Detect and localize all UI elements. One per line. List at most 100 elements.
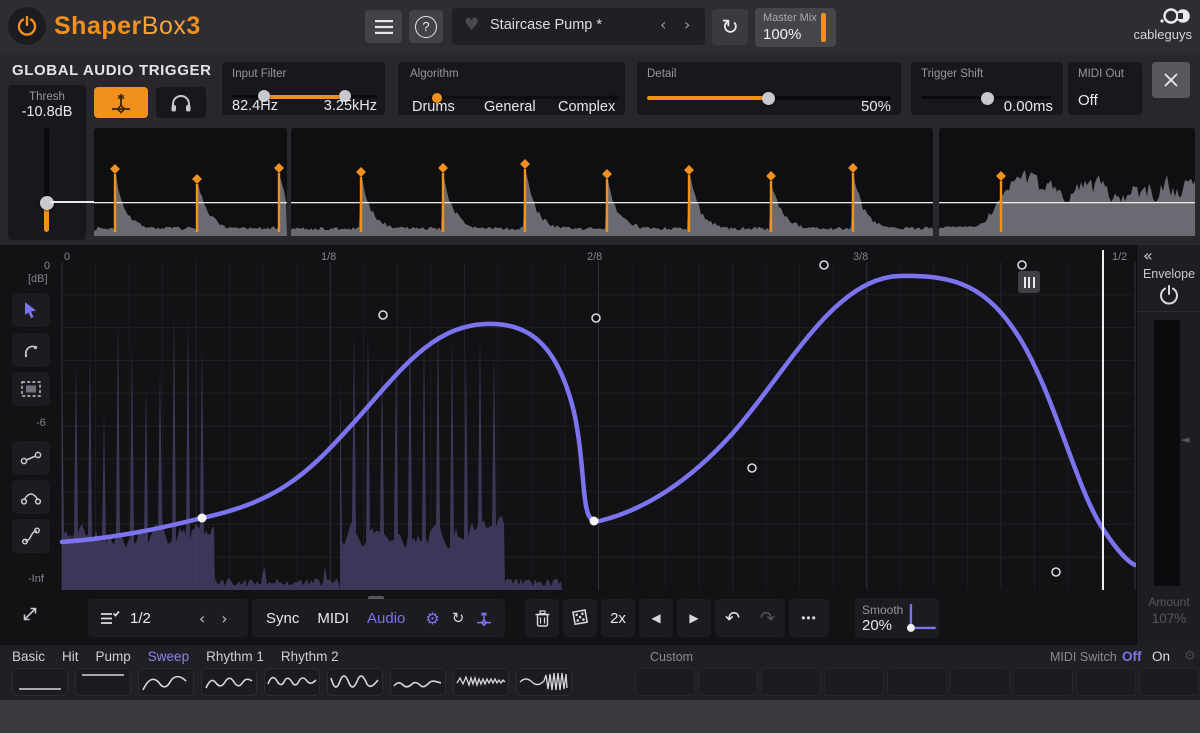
wave-preset-wave-burst[interactable] — [516, 668, 572, 696]
detail-handle[interactable] — [762, 92, 775, 105]
algorithm-option-drums[interactable]: Drums — [412, 99, 455, 115]
envelope-power-button[interactable] — [1157, 283, 1181, 307]
pointer-icon — [23, 301, 39, 319]
trigger-mini-icon[interactable] — [474, 609, 494, 627]
wave-category-tabs: Basic Hit Pump Sweep Rhythm 1 Rhythm 2 — [12, 649, 356, 664]
input-filter-high-value[interactable]: 3.25kHz — [324, 98, 377, 114]
tab-hit[interactable]: Hit — [62, 649, 79, 664]
plugin-power-button[interactable] — [8, 7, 46, 45]
mode-audio[interactable]: Audio — [367, 610, 405, 627]
expand-editor-button[interactable] — [16, 600, 44, 628]
tab-sweep[interactable]: Sweep — [148, 649, 189, 664]
input-filter-low-value[interactable]: 82.4Hz — [232, 98, 278, 114]
amount-label: Amount — [1137, 595, 1200, 609]
trigger-icon — [108, 92, 134, 114]
collapse-sidebar-button[interactable]: « — [1143, 246, 1153, 265]
midi-switch-off[interactable]: Off — [1122, 649, 1142, 664]
preset-bar[interactable]: ♥ Staircase Pump * ‹ › — [452, 8, 705, 45]
wave-preset-sine-2[interactable] — [138, 668, 194, 696]
custom-slot-5[interactable] — [887, 668, 947, 696]
wave-preset-wave-var[interactable] — [327, 668, 383, 696]
audio-settings-gear-icon[interactable]: ⚙ — [425, 609, 439, 628]
help-button[interactable]: ? — [409, 10, 443, 43]
master-mix-control[interactable]: Master Mix 100% — [755, 8, 836, 47]
tool-draw[interactable] — [12, 333, 50, 367]
ab-compare-button[interactable]: ↻ — [712, 9, 748, 45]
trigger-listen-button[interactable] — [156, 87, 206, 118]
title-bar: ShaperBox3 ? ♥ Staircase Pump * ‹ › ↻ Ma… — [0, 0, 1200, 55]
master-mix-slider[interactable] — [821, 13, 826, 42]
shift-right-button[interactable]: ▶ — [677, 599, 711, 637]
threshold-line-stub — [50, 201, 94, 203]
tool-select[interactable] — [12, 372, 50, 406]
marquee-icon — [21, 381, 41, 397]
more-options-button[interactable]: ••• — [789, 599, 829, 637]
tool-s-curve[interactable] — [12, 519, 50, 553]
tab-pump[interactable]: Pump — [96, 649, 131, 664]
length-next-button[interactable]: › — [221, 609, 227, 628]
db-unit-label: [dB] — [28, 273, 48, 285]
tab-basic[interactable]: Basic — [12, 649, 45, 664]
trigger-shift-handle[interactable] — [981, 92, 994, 105]
amount-slider-track[interactable] — [1154, 320, 1180, 586]
wave-menu-icon[interactable] — [100, 610, 120, 626]
mode-midi[interactable]: MIDI — [317, 610, 349, 627]
envelope-canvas[interactable] — [62, 262, 1135, 590]
wave-preset-sine-3[interactable] — [201, 668, 257, 696]
sidebar-divider — [1137, 311, 1200, 312]
wave-preset-wave-4[interactable] — [264, 668, 320, 696]
tool-pointer[interactable] — [12, 293, 50, 327]
algorithm-option-general[interactable]: General — [484, 99, 536, 115]
trigger-waveform-canvas — [939, 128, 1195, 236]
custom-slot-9[interactable] — [1139, 668, 1199, 696]
delete-wave-button[interactable] — [525, 599, 559, 637]
custom-slot-7[interactable] — [1013, 668, 1073, 696]
custom-slot-4[interactable] — [824, 668, 884, 696]
thresh-label: Thresh — [8, 91, 86, 103]
shift-left-button[interactable]: ◀ — [639, 599, 673, 637]
wave-preset-wave-small[interactable] — [390, 668, 446, 696]
mode-sync[interactable]: Sync — [266, 610, 299, 627]
trigger-waveform-canvas — [291, 128, 933, 236]
retrigger-loop-icon[interactable]: ↻ — [452, 609, 465, 627]
algorithm-option-complex[interactable]: Complex — [558, 99, 615, 115]
tool-curve[interactable] — [12, 480, 50, 514]
main-menu-button[interactable] — [365, 10, 402, 43]
custom-slot-6[interactable] — [950, 668, 1010, 696]
tab-rhythm-1[interactable]: Rhythm 1 — [206, 649, 264, 664]
length-prev-button[interactable]: ‹ — [199, 609, 205, 628]
detail-value[interactable]: 50% — [861, 98, 891, 115]
custom-slot-3[interactable] — [761, 668, 821, 696]
undo-redo-group: ↶ ↷ — [715, 599, 785, 637]
double-wave-button[interactable]: 2x — [601, 599, 635, 637]
preset-prev-button[interactable]: ‹ — [660, 15, 666, 34]
wave-preset-flat-high[interactable] — [75, 668, 131, 696]
wave-length-value[interactable]: 1/2 — [130, 610, 151, 627]
trigger-shift-value[interactable]: 0.00ms — [1004, 98, 1053, 115]
close-panel-button[interactable] — [1152, 62, 1190, 98]
tab-rhythm-2[interactable]: Rhythm 2 — [281, 649, 339, 664]
midi-out-control[interactable]: MIDI Out Off — [1068, 62, 1142, 115]
custom-slot-1[interactable] — [635, 668, 695, 696]
custom-slot-2[interactable] — [698, 668, 758, 696]
trigger-shift-control: Trigger Shift 0.00ms — [911, 62, 1063, 115]
smooth-control[interactable]: Smooth 20% — [855, 598, 939, 638]
preset-next-button[interactable]: › — [684, 15, 690, 34]
loop-grip-handle[interactable] — [1018, 271, 1040, 293]
preset-name[interactable]: Staircase Pump * — [490, 17, 602, 33]
thresh-slider-handle[interactable] — [40, 196, 54, 210]
editor-area: 0 1/8 2/8 3/8 1/2 0 [dB] -6 -Inf — [0, 245, 1200, 645]
midi-switch-gear-icon[interactable]: ⚙ — [1184, 649, 1196, 664]
wave-preset-zigzag-dense[interactable] — [453, 668, 509, 696]
wave-preset-flat-low[interactable] — [12, 668, 68, 696]
custom-slot-8[interactable] — [1076, 668, 1136, 696]
tool-line[interactable] — [12, 441, 50, 475]
randomize-button[interactable]: ⚄ — [563, 599, 597, 637]
algorithm-control: Algorithm Drums General Complex — [398, 62, 625, 115]
favorite-heart-icon[interactable]: ♥ — [464, 15, 479, 35]
midi-switch-on[interactable]: On — [1152, 649, 1170, 664]
undo-button[interactable]: ↶ — [725, 608, 740, 629]
audio-trigger-toggle[interactable] — [94, 87, 148, 118]
logo-three: 3 — [186, 12, 200, 40]
redo-button[interactable]: ↷ — [760, 608, 775, 629]
